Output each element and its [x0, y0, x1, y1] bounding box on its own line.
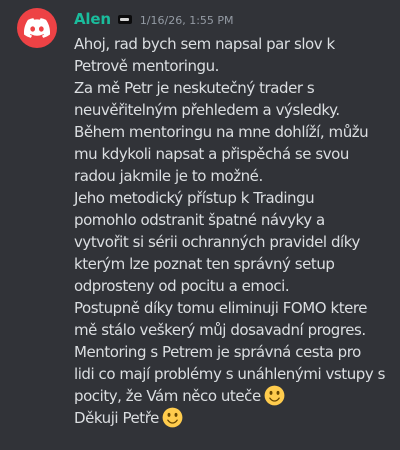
message-line-text: Děkuji Petře	[74, 409, 159, 427]
message-line: Mentoring s Petrem je správná cesta pro	[74, 343, 361, 361]
message-line: Postupně díky tomu eliminuji FOMO ktere	[74, 299, 368, 317]
slightly-smiling-face-emoji[interactable]	[162, 407, 183, 428]
message-line: pomohlo odstranit špatné návyky a	[74, 211, 325, 229]
slightly-smiling-face-emoji[interactable]	[264, 385, 285, 406]
chat-message: Alen 1/16/26, 1:55 PM Ahoj, rad bych sem…	[0, 0, 400, 450]
message-line: radou jakmile je to možné.	[74, 167, 263, 185]
guild-tag-icon[interactable]	[117, 14, 132, 24]
message-line: vytvořit si sérii ochranných pravidel dí…	[74, 233, 360, 251]
message-line: Za mě Petr je neskutečný trader s	[74, 79, 315, 97]
message-line-with-emoji: Děkuji Petře	[74, 407, 390, 429]
message-content: Ahoj, rad bych sem napsal par slov k Pet…	[74, 33, 390, 429]
message-line: lidi co mají problémy s unáhlenými vstup…	[74, 365, 385, 383]
message-line-text: pocity, že Vám něco uteče	[74, 387, 261, 405]
message-line: neuvěřitelným přehledem a výsledky.	[74, 101, 340, 119]
message-line: mu kdykoli napsat a přispěchá se svou	[74, 145, 349, 163]
message-line: Jeho metodický přístup k Tradingu	[74, 189, 315, 207]
discord-logo-icon	[24, 18, 50, 38]
message-line-with-emoji: pocity, že Vám něco uteče	[74, 385, 390, 407]
message-line: odprosteny od pocitu a emoci.	[74, 277, 290, 295]
avatar[interactable]	[17, 8, 57, 48]
author-username[interactable]: Alen	[74, 10, 111, 28]
message-line: Během mentoringu na mne dohlíží, můžu	[74, 123, 369, 141]
message-line: kterým lze poznat ten správný setup	[74, 255, 335, 273]
message-line: Petrově mentoringu.	[74, 57, 220, 75]
message-header: Alen 1/16/26, 1:55 PM	[74, 9, 234, 29]
message-line: mě stálo veškerý můj dosavadní progres.	[74, 321, 366, 339]
message-timestamp[interactable]: 1/16/26, 1:55 PM	[140, 14, 234, 27]
message-line: Ahoj, rad bych sem napsal par slov k	[74, 35, 335, 53]
